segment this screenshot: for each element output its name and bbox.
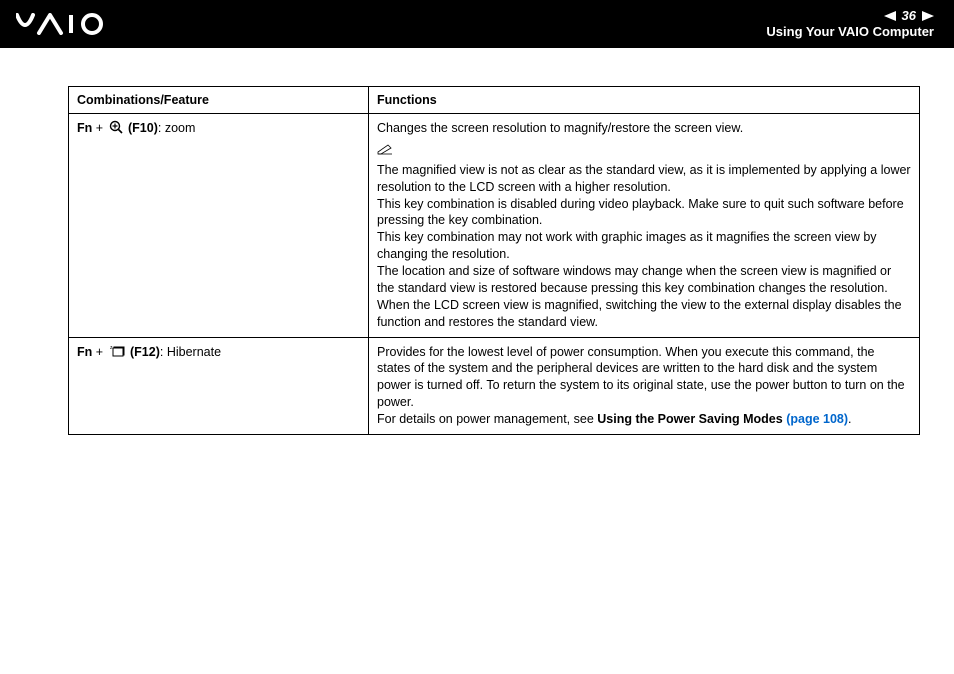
combo-key: (F10)	[125, 121, 158, 135]
page-header: 36 Using Your VAIO Computer	[0, 0, 954, 48]
table-header-row: Combinations/Feature Functions	[69, 87, 920, 114]
combo-desc: : zoom	[158, 121, 196, 135]
func-cell-zoom: Changes the screen resolution to magnify…	[369, 114, 920, 338]
note-text: This key combination is disabled during …	[377, 196, 911, 230]
section-title: Using Your VAIO Computer	[766, 25, 934, 39]
page-link[interactable]: (page 108)	[786, 412, 848, 426]
detail-suffix: .	[848, 412, 851, 426]
func-cell-hibernate: Provides for the lowest level of power c…	[369, 337, 920, 434]
func-main-text: Changes the screen resolution to magnify…	[377, 120, 911, 137]
page-number: 36	[902, 9, 916, 23]
combo-key: (F12)	[127, 344, 160, 358]
note-text: The location and size of software window…	[377, 263, 911, 297]
page-nav: 36	[766, 9, 934, 23]
note-text: The magnified view is not as clear as th…	[377, 162, 911, 196]
table-row: Fn + (F10): zoom Changes the screen reso…	[69, 114, 920, 338]
combo-cell-zoom: Fn + (F10): zoom	[69, 114, 369, 338]
hibernate-icon: z	[109, 344, 125, 361]
func-main-text: Provides for the lowest level of power c…	[377, 344, 911, 412]
func-detail-text: For details on power management, see Usi…	[377, 411, 911, 428]
vaio-logo	[16, 0, 126, 48]
combo-fn-label: Fn	[77, 121, 92, 135]
detail-bold: Using the Power Saving Modes	[597, 412, 786, 426]
nav-prev-icon[interactable]	[884, 11, 896, 21]
magnify-icon	[109, 120, 123, 137]
combo-plus: +	[92, 121, 106, 135]
header-right: 36 Using Your VAIO Computer	[766, 9, 934, 40]
combo-fn-label: Fn	[77, 344, 92, 358]
shortcuts-table: Combinations/Feature Functions Fn + (F10…	[68, 86, 920, 435]
page-content: Combinations/Feature Functions Fn + (F10…	[0, 48, 954, 435]
note-text: This key combination may not work with g…	[377, 229, 911, 263]
table-row: Fn + z (F12): Hibernate Provides for the…	[69, 337, 920, 434]
note-icon	[377, 143, 393, 160]
col-header-combinations: Combinations/Feature	[69, 87, 369, 114]
col-header-functions: Functions	[369, 87, 920, 114]
combo-cell-hibernate: Fn + z (F12): Hibernate	[69, 337, 369, 434]
detail-prefix: For details on power management, see	[377, 412, 597, 426]
nav-next-icon[interactable]	[922, 11, 934, 21]
combo-desc: : Hibernate	[160, 344, 221, 358]
combo-plus: +	[92, 344, 106, 358]
note-text: When the LCD screen view is magnified, s…	[377, 297, 911, 331]
